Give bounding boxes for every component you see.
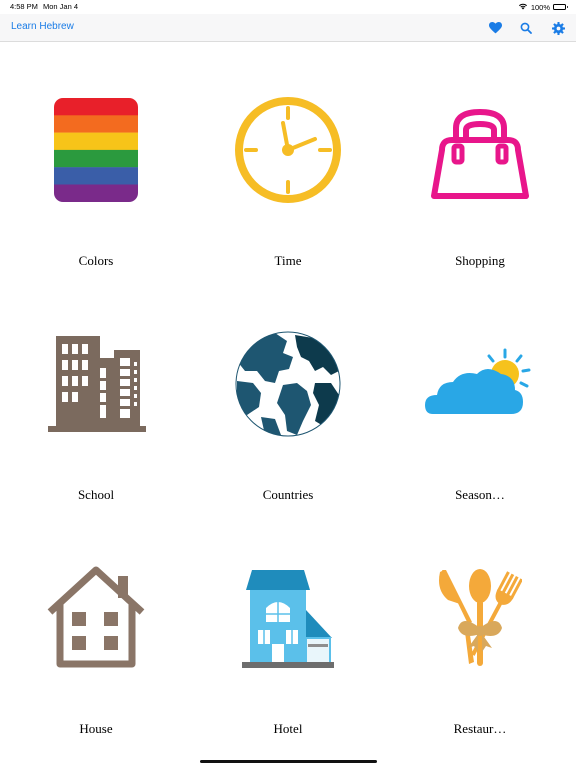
home-indicator[interactable]: [200, 760, 377, 763]
battery-icon: [553, 4, 568, 10]
category-countries[interactable]: Countries: [192, 277, 384, 511]
clock-icon: [233, 95, 343, 205]
category-label: Restaur…: [453, 721, 507, 736]
category-label: Time: [274, 253, 302, 268]
category-label: Shopping: [455, 253, 505, 268]
category-label: Colors: [78, 253, 114, 268]
category-label: House: [79, 721, 113, 736]
house-icon: [41, 563, 151, 673]
category-house[interactable]: House: [0, 511, 192, 745]
status-date: Mon Jan 4: [43, 2, 79, 11]
category-seasons[interactable]: Season…: [384, 277, 576, 511]
buildings-icon: [41, 329, 151, 439]
status-bar: 4:58 PM Mon Jan 4 100%: [0, 0, 576, 14]
status-right: 100%: [518, 2, 568, 12]
category-hotel[interactable]: Hotel: [192, 511, 384, 745]
battery-percent: 100%: [530, 2, 550, 12]
weather-icon: [425, 329, 535, 439]
category-restaurant[interactable]: Restaur…: [384, 511, 576, 745]
gear-icon[interactable]: [550, 20, 566, 36]
search-icon[interactable]: [518, 20, 534, 36]
category-label: Hotel: [273, 721, 303, 736]
globe-icon: [233, 329, 343, 439]
category-colors[interactable]: Colors: [0, 43, 192, 277]
category-label: School: [77, 487, 115, 502]
heart-icon[interactable]: [487, 20, 503, 36]
status-time: 4:58 PM: [10, 2, 38, 11]
handbag-icon: [425, 95, 535, 205]
category-time[interactable]: Time: [192, 43, 384, 277]
category-label: Countries: [262, 487, 314, 502]
hotel-icon: [233, 563, 343, 673]
category-school[interactable]: School: [0, 277, 192, 511]
rainbow-icon: [41, 95, 151, 205]
navigation-bar: Learn Hebrew: [0, 14, 576, 42]
category-label: Season…: [455, 487, 505, 502]
cutlery-icon: [425, 563, 535, 673]
category-shopping[interactable]: Shopping: [384, 43, 576, 277]
back-button[interactable]: Learn Hebrew: [11, 21, 74, 32]
wifi-icon: [518, 2, 528, 12]
